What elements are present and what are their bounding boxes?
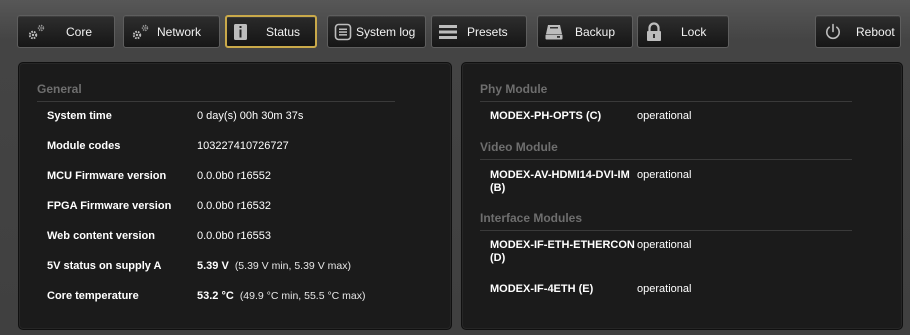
interface-modules-title: Interface Modules xyxy=(480,211,583,225)
status-button[interactable]: Status xyxy=(225,15,317,48)
lock-label: Lock xyxy=(681,24,707,39)
core-button[interactable]: Core xyxy=(17,15,115,48)
mcu-firmware-label: MCU Firmware version xyxy=(47,170,167,182)
core-temperature-reading: 53.2 °C xyxy=(197,290,234,302)
web-content-label: Web content version xyxy=(47,230,155,242)
gears-icon xyxy=(130,22,152,42)
interface-module-status: operational xyxy=(637,239,692,251)
interface-module-status: operational xyxy=(637,283,692,295)
video-module-divider xyxy=(480,159,852,160)
status-label: Status xyxy=(266,24,301,39)
backup-label: Backup xyxy=(575,24,616,39)
system-time-value: 0 day(s) 00h 30m 37s xyxy=(197,110,304,122)
interface-module-name: MODEX-IF-ETH-ETHERCON (D) xyxy=(490,239,635,264)
reboot-button[interactable]: Reboot xyxy=(815,15,901,48)
general-title: General xyxy=(37,82,82,96)
video-module-status: operational xyxy=(637,169,692,181)
supply-5v-value: 5.39 V (5.39 V min, 5.39 V max) xyxy=(197,260,351,272)
core-label: Core xyxy=(66,24,93,39)
phy-module-divider xyxy=(480,101,852,102)
lock-button[interactable]: Lock xyxy=(637,15,729,48)
core-temperature-value: 53.2 °C (49.9 °C min, 55.5 °C max) xyxy=(197,290,366,302)
video-module-title: Video Module xyxy=(480,140,558,154)
interface-modules-divider xyxy=(480,230,852,231)
info-icon xyxy=(230,22,252,42)
core-temperature-range: (49.9 °C min, 55.5 °C max) xyxy=(239,290,366,302)
log-list-icon xyxy=(332,22,354,42)
backup-button[interactable]: Backup xyxy=(537,15,633,48)
network-label: Network xyxy=(157,24,202,39)
modules-panel: Phy Module MODEX-PH-OPTS (C) operational… xyxy=(461,62,903,330)
web-content-value: 0.0.0b0 r16553 xyxy=(197,230,272,242)
system-time-label: System time xyxy=(47,110,112,122)
supply-5v-range: (5.39 V min, 5.39 V max) xyxy=(234,260,351,272)
reboot-label: Reboot xyxy=(856,24,895,39)
presets-label: Presets xyxy=(467,24,508,39)
phy-module-title: Phy Module xyxy=(480,82,548,96)
toolbar: Core Network Status System log Presets B… xyxy=(0,0,910,58)
supply-5v-label: 5V status on supply A xyxy=(47,260,162,272)
system-log-button[interactable]: System log xyxy=(327,15,426,48)
module-codes-label: Module codes xyxy=(47,140,121,152)
general-divider xyxy=(37,101,395,102)
supply-5v-reading: 5.39 V xyxy=(197,260,229,272)
power-icon xyxy=(822,22,844,42)
drive-icon xyxy=(543,22,565,42)
lock-icon xyxy=(643,21,665,42)
system-log-label: System log xyxy=(356,24,416,39)
video-module-name: MODEX-AV-HDMI14-DVI-IM (B) xyxy=(490,169,630,194)
general-panel: General System time 0 day(s) 00h 30m 37s… xyxy=(18,62,452,330)
presets-button[interactable]: Presets xyxy=(431,15,527,48)
core-temperature-label: Core temperature xyxy=(47,290,139,302)
fpga-firmware-value: 0.0.0b0 r16532 xyxy=(197,200,272,212)
phy-module-status: operational xyxy=(637,110,692,122)
mcu-firmware-value: 0.0.0b0 r16552 xyxy=(197,170,272,182)
module-codes-value: 103227410726727 xyxy=(197,140,289,152)
menu-lines-icon xyxy=(437,22,459,42)
gears-icon xyxy=(26,22,48,42)
interface-module-name: MODEX-IF-4ETH (E) xyxy=(490,283,594,295)
network-button[interactable]: Network xyxy=(123,15,220,48)
fpga-firmware-label: FPGA Firmware version xyxy=(47,200,172,212)
phy-module-name: MODEX-PH-OPTS (C) xyxy=(490,110,602,122)
app-window: Core Network Status System log Presets B… xyxy=(0,0,910,335)
